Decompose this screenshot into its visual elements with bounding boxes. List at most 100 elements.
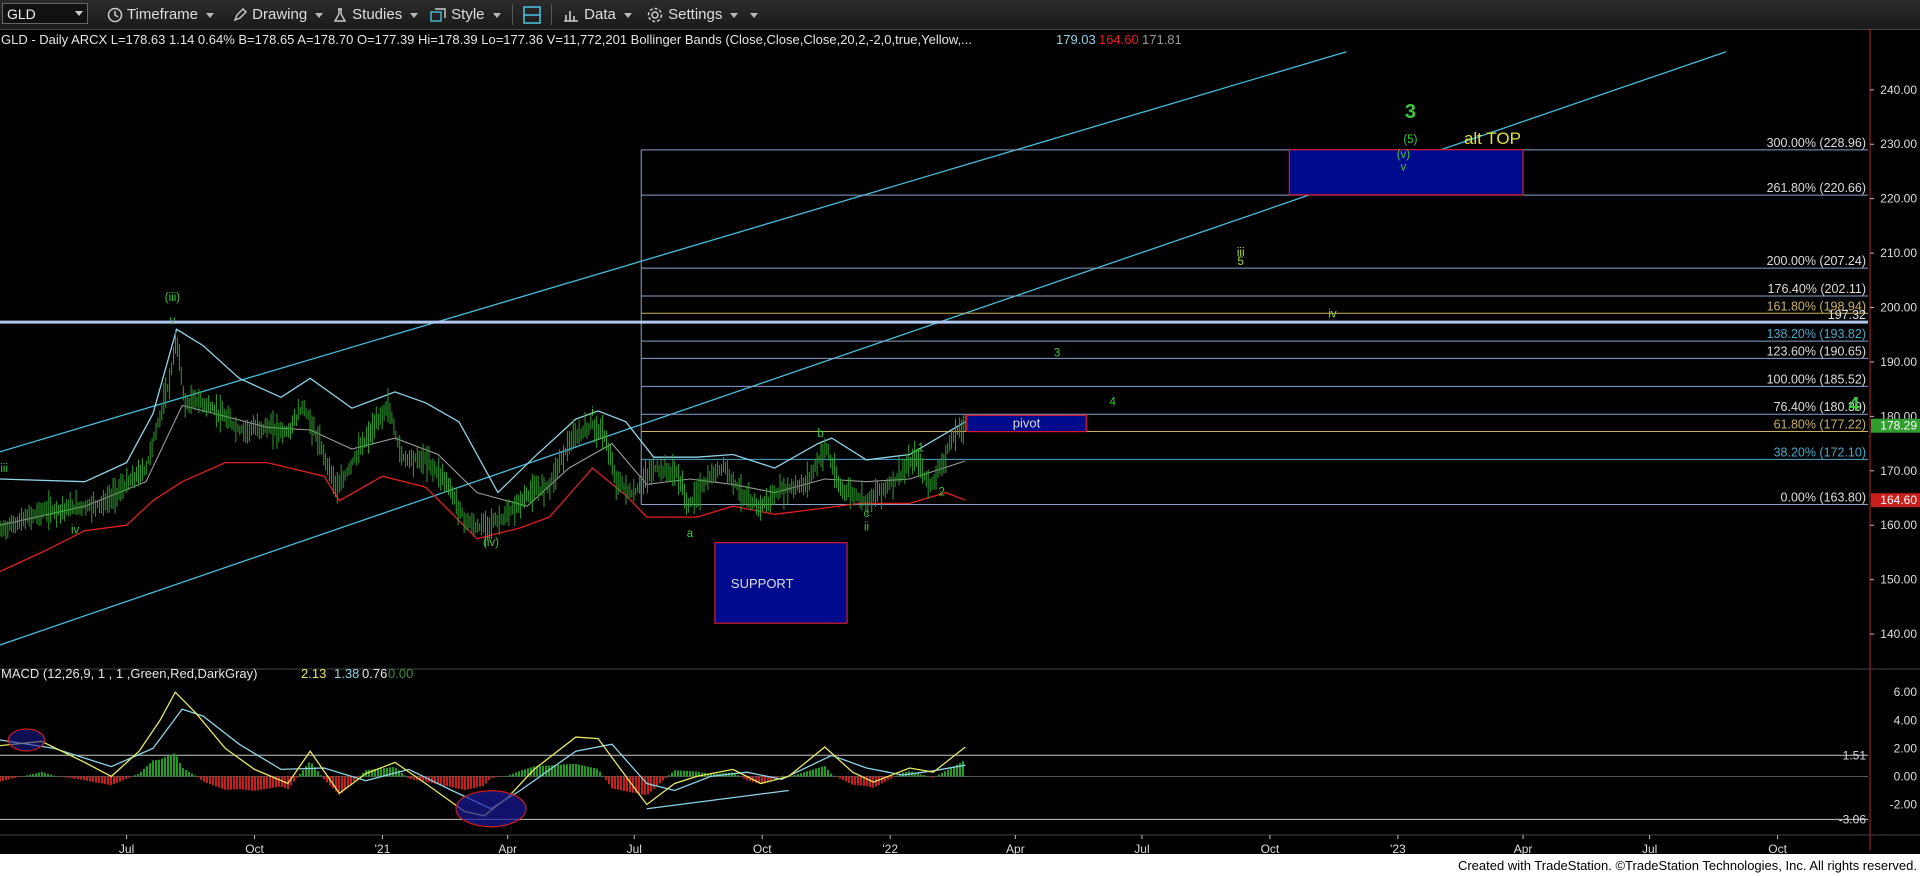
wave-label: alt TOP	[1464, 129, 1521, 148]
macd-pane: 1.51 -3.06	[0, 691, 1868, 828]
layout-button[interactable]	[522, 4, 542, 25]
fib-level-label: 123.60% (190.65)	[1767, 344, 1866, 358]
macd-value: 2.13	[301, 666, 326, 681]
time-tick-label: Apr	[1006, 842, 1025, 854]
macd-tick-label: 2.00	[1894, 741, 1918, 755]
box-label: pivot	[1013, 415, 1041, 430]
time-tick-label: Apr	[498, 842, 517, 854]
price-tick-label: 140.00	[1880, 627, 1917, 641]
price-tick-label: 210.00	[1880, 246, 1917, 260]
caret-down-icon	[623, 12, 632, 18]
data-label: Data	[584, 6, 616, 23]
time-tick-label: Oct	[1768, 842, 1787, 854]
time-tick-label: Jul	[627, 842, 642, 854]
style-button[interactable]: Style	[429, 4, 501, 25]
wave-label: iv	[71, 524, 80, 536]
flask-icon	[333, 8, 347, 22]
wave-label: iii	[0, 463, 8, 475]
caret-down-icon	[492, 12, 501, 18]
time-tick-label: Jul	[119, 842, 134, 854]
divergence-ellipse	[455, 790, 527, 828]
clock-icon	[107, 7, 123, 23]
symbol-selector[interactable]: GLD	[2, 3, 88, 24]
fib-level-label: 138.20% (193.82)	[1767, 327, 1866, 341]
price-tick-label: 170.00	[1880, 464, 1917, 478]
drawing-button[interactable]: Drawing	[232, 4, 324, 25]
toolbar: GLD Timeframe Drawing Studies Style Data…	[0, 0, 1920, 30]
axes-layer: 140.00150.00160.00170.00180.00190.00200.…	[0, 29, 1920, 854]
timeframe-label: Timeframe	[126, 6, 199, 23]
time-tick-label: '21	[375, 842, 391, 854]
more-button[interactable]	[742, 4, 758, 25]
wave-label: (iii)	[165, 292, 180, 304]
wave-label: (5)	[1403, 134, 1417, 146]
wave-label: v	[170, 315, 176, 327]
fib-level-label: 100.00% (185.52)	[1767, 372, 1866, 386]
wave-label: 4	[1110, 396, 1117, 408]
time-tick-label: Jul	[1134, 842, 1149, 854]
symbol-header: GLD - Daily ARCX L=178.63 1.14 0.64% B=1…	[1, 32, 972, 47]
toolbar-divider	[512, 4, 513, 25]
fib-level-label: 61.80% (177.22)	[1774, 417, 1866, 431]
bb-upper-value: 179.03	[1056, 32, 1096, 47]
settings-label: Settings	[668, 6, 723, 23]
caret-down-icon	[730, 12, 739, 18]
wave-label: b	[817, 428, 823, 440]
wave-label: v	[1401, 161, 1407, 173]
macd-trendline	[646, 789, 789, 810]
wave-label: 2	[938, 486, 944, 498]
resistance-label: 197.32	[1828, 308, 1866, 322]
style-label: Style	[451, 6, 485, 23]
timeframe-button[interactable]: Timeframe	[107, 4, 215, 25]
studies-button[interactable]: Studies	[332, 4, 419, 25]
gear-icon	[647, 7, 663, 23]
macd-tick-label: -2.00	[1890, 798, 1918, 812]
macd-hist-value: 0.76	[362, 666, 387, 681]
price-tick-label: 150.00	[1880, 573, 1917, 587]
macd-reference-label: 1.51	[1843, 748, 1867, 762]
chart-area[interactable]: 300.00% (228.96) 261.80% (220.66) 200.00% …	[0, 29, 1920, 854]
wave-label: a	[687, 528, 694, 540]
style-icon	[430, 8, 446, 22]
wave-label: iv	[1328, 308, 1337, 320]
time-tick-label: Oct	[753, 842, 772, 854]
macd-tick-label: 0.00	[1894, 769, 1918, 783]
lower-band-value: 164.60	[1880, 493, 1917, 507]
time-tick-label: Jul	[1642, 842, 1657, 854]
wave-label: 5	[1237, 256, 1243, 268]
wave-label: 3	[1405, 101, 1416, 123]
caret-down-icon	[206, 12, 215, 18]
macd-tick-label: 6.00	[1894, 685, 1918, 699]
time-tick-label: Oct	[1261, 842, 1280, 854]
caret-down-icon	[410, 12, 419, 18]
footer: Created with TradeStation. ©TradeStation…	[0, 854, 1920, 876]
studies-label: Studies	[352, 6, 403, 23]
data-button[interactable]: Data	[562, 4, 632, 25]
copyright-text: Created with TradeStation. ©TradeStation…	[1457, 858, 1917, 873]
toolbar-divider	[551, 4, 552, 25]
wave-label: 4	[1849, 394, 1861, 416]
macd-header: MACD (12,26,9, 1 , 1 ,Green,Red,DarkGray…	[1, 666, 257, 681]
wave-label: 3	[1054, 348, 1060, 360]
macd-reference-label: -3.06	[1839, 812, 1867, 826]
macd-signal-value: 1.38	[334, 666, 359, 681]
last-price-value: 178.29	[1880, 419, 1917, 433]
price-tick-label: 160.00	[1880, 518, 1917, 532]
pencil-icon	[233, 8, 247, 22]
divergence-ellipse	[7, 728, 46, 752]
fib-level-label: 0.00% (163.80)	[1781, 491, 1866, 505]
settings-button[interactable]: Settings	[646, 4, 739, 25]
price-tick-label: 190.00	[1880, 355, 1917, 369]
price-tick-label: 240.00	[1880, 83, 1917, 97]
time-tick-label: Oct	[245, 842, 264, 854]
bar-chart-icon	[564, 11, 578, 22]
price-pane: 300.00% (228.96) 261.80% (220.66) 200.00% …	[0, 51, 1868, 646]
price-tick-label: 200.00	[1880, 301, 1917, 315]
box-label: SUPPORT	[731, 576, 794, 591]
time-tick-label: Apr	[1514, 842, 1533, 854]
fib-level-label: 300.00% (228.96)	[1767, 136, 1866, 150]
wave-label: 1	[918, 443, 924, 455]
symbol-label: GLD	[7, 6, 36, 22]
fib-level-label: 38.20% (172.10)	[1774, 445, 1866, 459]
caret-down-icon	[750, 12, 758, 18]
